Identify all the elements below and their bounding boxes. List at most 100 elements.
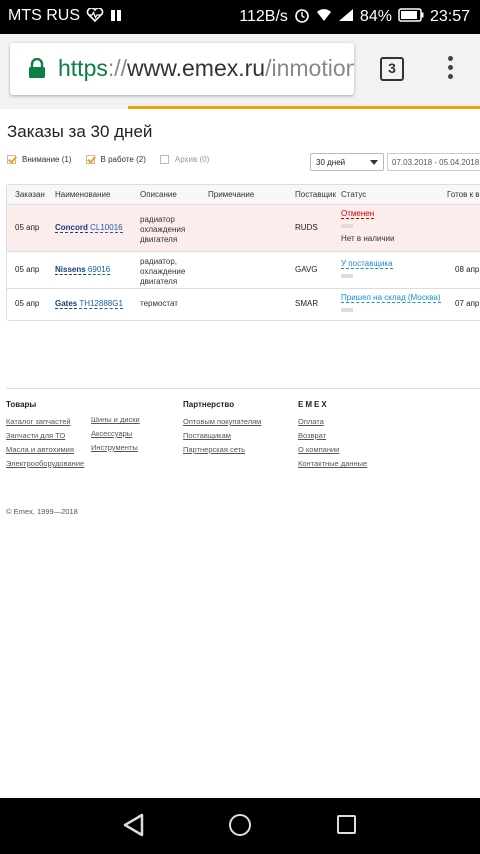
col-header-date: Заказан — [15, 190, 45, 199]
footer-link[interactable]: Электрооборудование — [6, 459, 84, 468]
supplier: SMAR — [295, 299, 319, 308]
tab-switcher-button[interactable]: 3 — [380, 57, 404, 81]
filter-attention[interactable]: Внимание (1) — [7, 155, 72, 164]
order-date: 05 апр — [15, 265, 40, 274]
carrier-label: MTS RUS — [8, 7, 80, 24]
part-description: термостат — [140, 299, 178, 309]
desc-line: двигателя — [140, 277, 178, 286]
back-icon[interactable] — [121, 812, 147, 838]
part-name: Gates TH12888G1 — [55, 299, 123, 309]
footer-title: Товары — [6, 400, 37, 409]
footer-link[interactable]: Каталог запчастей — [6, 417, 84, 426]
footer-col-products: Товары Каталог запчастей Запчасти для ТО… — [6, 400, 84, 473]
brand-link[interactable]: Nissens — [55, 265, 86, 275]
desc-line: термостат — [140, 299, 178, 308]
part-number-link[interactable]: 69016 — [87, 265, 111, 275]
overflow-menu-icon[interactable] — [440, 56, 460, 84]
col-header-supplier: Поставщик — [295, 190, 337, 199]
heart-monitor-icon — [86, 6, 104, 25]
footer-link[interactable]: Шины и диски — [91, 415, 140, 424]
desc-line: радиатор, — [140, 257, 178, 266]
desc-line: охлаждение — [140, 267, 186, 276]
checkbox-icon[interactable] — [7, 155, 16, 164]
ready-date: 07 апр — [455, 299, 480, 308]
footer-link[interactable]: Поставщикам — [183, 431, 261, 440]
orders-table: Заказан Наименование Описание Примечание… — [6, 184, 480, 321]
battery-icon — [398, 8, 424, 25]
footer-link[interactable]: Инструменты — [91, 443, 140, 452]
pause-icon — [110, 8, 122, 25]
desc-line: охлаждения — [140, 225, 186, 234]
table-row[interactable]: 05 апр Gates TH12888G1 термостат SMAR Пр… — [7, 289, 480, 320]
lock-icon — [29, 58, 45, 78]
footer-link[interactable]: Возврат — [298, 431, 367, 440]
part-name: Concord CL10016 — [55, 223, 123, 233]
ready-date: 08 апр — [455, 265, 480, 274]
table-row[interactable]: 05 апр Nissens 69016 радиатор, охлаждение… — [7, 252, 480, 289]
col-header-status: Статус — [341, 190, 367, 199]
period-select[interactable]: 30 дней — [310, 153, 384, 171]
filter-label: В работе (2) — [100, 155, 146, 164]
desc-line: радиатор — [140, 215, 175, 224]
page-title: Заказы за 30 дней — [7, 122, 153, 141]
url-scheme: https — [58, 55, 108, 81]
filter-label: Внимание (1) — [22, 155, 72, 164]
part-description: радиатор, охлаждение двигателя — [140, 257, 185, 287]
footer-link[interactable]: Запчасти для ТО — [6, 431, 84, 440]
footer-link[interactable]: Оплата — [298, 417, 367, 426]
footer-title: Партнерство — [183, 400, 235, 409]
recent-apps-icon[interactable] — [337, 815, 356, 834]
brand-link[interactable]: Gates — [55, 299, 78, 309]
copyright: © Emex, 1999—2018 — [6, 507, 78, 516]
status-link[interactable]: Отменен — [341, 209, 375, 219]
col-header-name: Наименование — [55, 190, 111, 199]
date-range-input[interactable]: 07.03.2018 - 05.04.2018 — [387, 153, 480, 171]
signal-icon — [338, 8, 354, 25]
url-separator: :// — [107, 55, 128, 81]
footer-divider — [6, 388, 480, 389]
footer-link[interactable]: О компании — [298, 445, 367, 454]
web-page: Заказы за 30 дней Внимание (1) В работе … — [0, 109, 480, 798]
desc-line: двигателя — [140, 235, 178, 244]
part-name: Nissens 69016 — [55, 265, 111, 275]
footer-link[interactable]: Аксессуары — [91, 429, 140, 438]
home-icon[interactable] — [229, 814, 251, 836]
brand-link[interactable]: Concord — [55, 223, 88, 233]
footer-col-emex: EMEX Оплата Возврат О компании Контактны… — [298, 400, 367, 473]
checkbox-icon[interactable] — [159, 155, 169, 164]
table-row[interactable]: 05 апр Concord CL10016 радиатор охлаждени… — [7, 205, 480, 252]
chevron-down-icon — [370, 160, 378, 165]
table-header: Заказан Наименование Описание Примечание… — [7, 185, 480, 205]
supplier: RUDS — [295, 223, 318, 232]
url-host: www.emex.ru — [127, 55, 266, 81]
status-link[interactable]: Пришел на склад (Москва) — [341, 293, 441, 303]
battery-percent: 84% — [359, 7, 392, 25]
status-link[interactable]: У поставщика — [341, 259, 393, 269]
address-bar[interactable]: https://www.emex.ru/inmotion — [10, 43, 354, 95]
filter-label: Архив (0) — [174, 155, 210, 164]
part-number-link[interactable]: TH12888G1 — [79, 299, 123, 309]
footer-link[interactable]: Контактные данные — [298, 459, 367, 468]
status-note: Нет в наличии — [341, 234, 395, 243]
url-text: https://www.emex.ru/inmotion — [58, 55, 354, 82]
alarm-icon — [294, 7, 310, 26]
checkbox-icon[interactable] — [85, 155, 95, 164]
footer-col-partnership: Партнерство Оптовым покупателям Поставщи… — [183, 400, 261, 459]
filter-in-progress[interactable]: В работе (2) — [85, 155, 146, 164]
wifi-icon — [316, 8, 332, 25]
clock: 23:57 — [429, 7, 470, 25]
filter-archive[interactable]: Архив (0) — [159, 155, 210, 164]
browser-toolbar: https://www.emex.ru/inmotion 3 — [0, 34, 480, 108]
part-number-link[interactable]: CL10016 — [90, 223, 123, 233]
footer-logo[interactable]: EMEX — [298, 400, 367, 409]
footer-link[interactable]: Оптовым покупателям — [183, 417, 261, 426]
col-header-note: Примечание — [208, 190, 255, 199]
footer-link[interactable]: Масла и автохимия — [6, 445, 84, 454]
status-bar: MTS RUS 112B/s 84% 23:57 — [0, 0, 480, 34]
footer-link[interactable]: Партнерская сеть — [183, 445, 261, 454]
url-path: /inmotion — [265, 55, 354, 81]
col-header-desc: Описание — [140, 190, 177, 199]
col-header-ready: Готов к в — [447, 190, 480, 199]
period-select-value: 30 дней — [316, 158, 346, 167]
network-speed: 112B/s — [239, 7, 288, 25]
